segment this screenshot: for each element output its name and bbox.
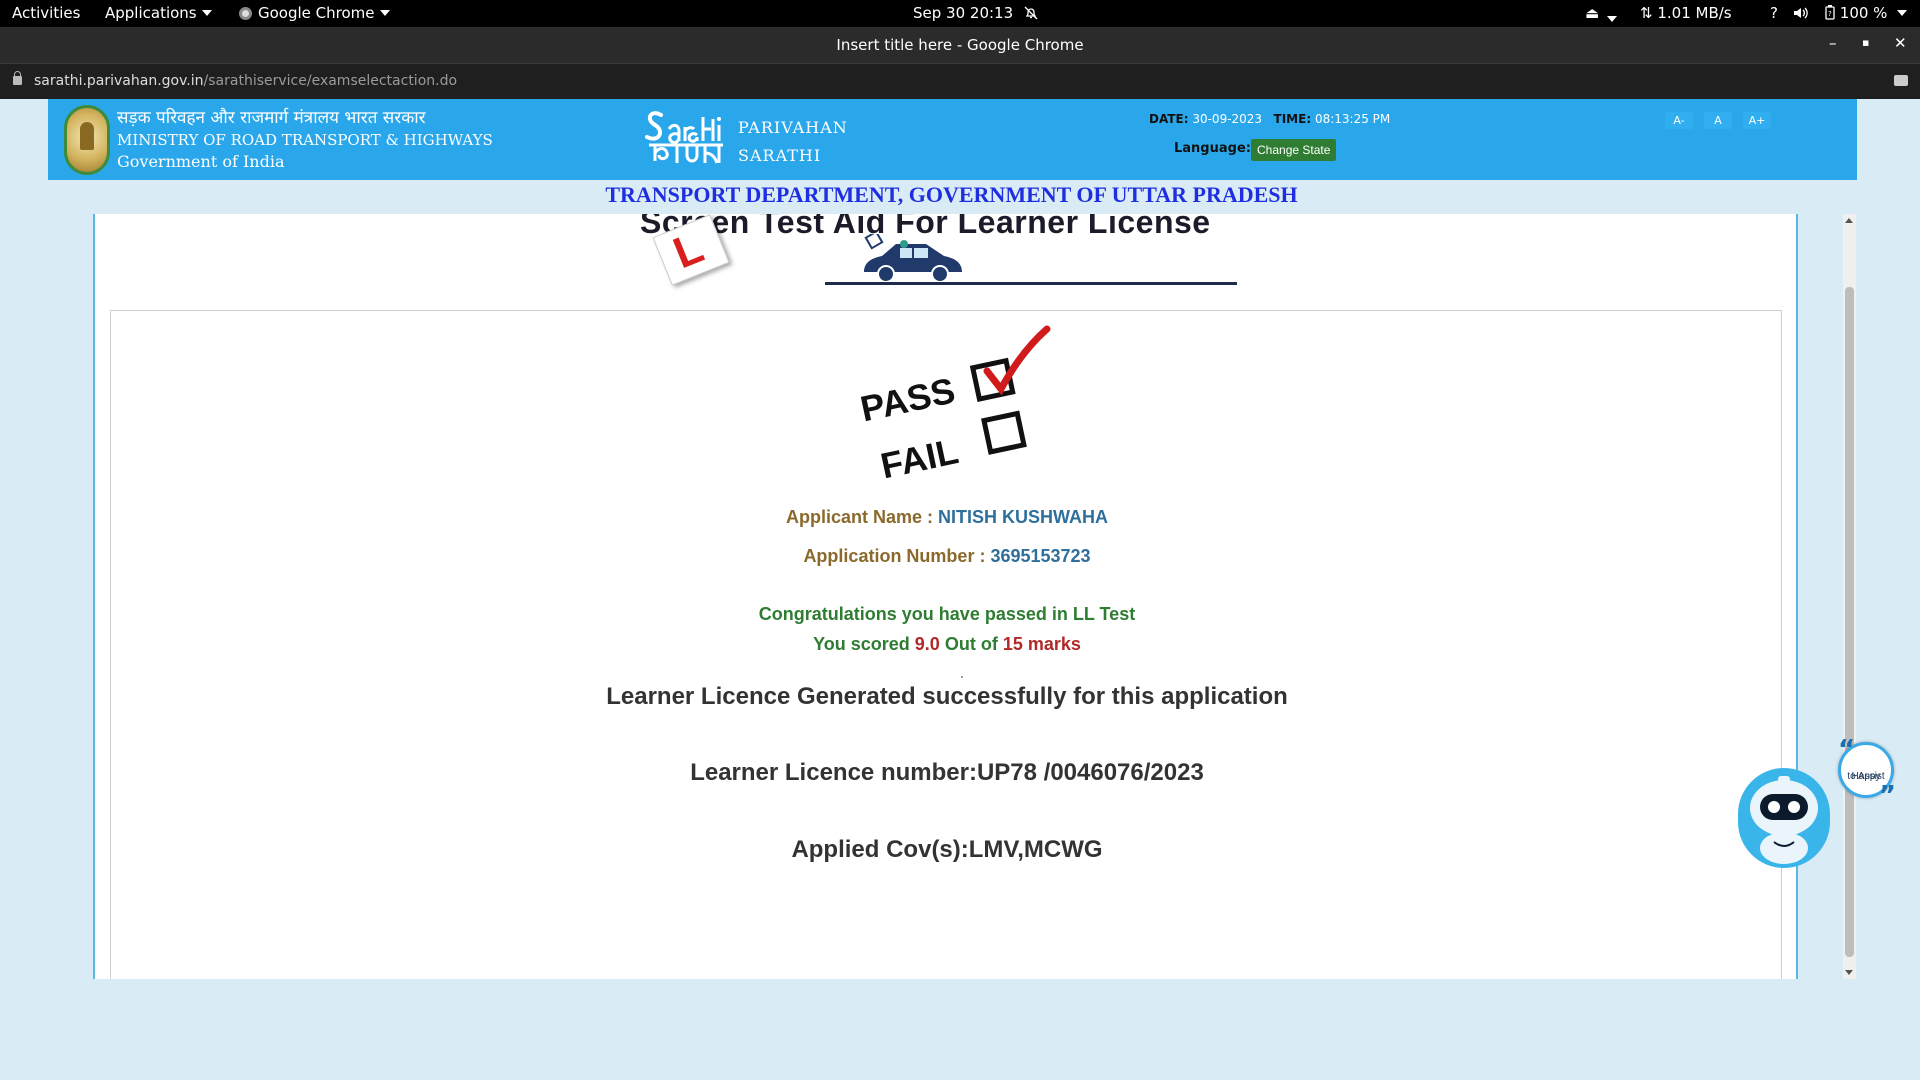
url-text[interactable]: sarathi.parivahan.gov.in/sarathiservice/… [34, 73, 457, 89]
url-host: sarathi.parivahan.gov.in [34, 73, 204, 89]
font-increase-button[interactable]: A+ [1743, 112, 1771, 129]
application-number-row: Application Number : 3695153723 [111, 546, 1783, 567]
date-value: 30-09-2023 [1192, 112, 1263, 126]
window-title: Insert title here - Google Chrome [836, 36, 1084, 54]
battery-status[interactable]: ? 100 % [1825, 4, 1908, 22]
battery-icon: ? [1825, 5, 1835, 20]
page-viewport: सड़क परिवहन और राजमार्ग मंत्रालय भारत सर… [0, 99, 1920, 1080]
result-card: PASS FAIL Applicant Name : NITISH KUSHWA… [110, 310, 1782, 979]
chevron-down-icon [1897, 10, 1908, 16]
camera-icon[interactable] [1894, 75, 1908, 86]
car-icon [864, 234, 962, 283]
application-number-value: 3695153723 [990, 546, 1091, 566]
licence-generated-message: Learner Licence Generated successfully f… [606, 683, 1288, 710]
chevron-down-icon [379, 10, 390, 16]
clock[interactable]: Sep 30 20:13 [913, 4, 1038, 22]
close-button[interactable]: ✕ [1894, 34, 1907, 52]
applications-label: Applications [105, 4, 197, 22]
app-menu-label: Google Chrome [258, 4, 375, 22]
window-title-bar: Insert title here - Google Chrome – ▪ ✕ [0, 27, 1920, 63]
exam-result-frame: Screen Test Aid For Learner License L PA… [93, 214, 1798, 979]
chevron-down-icon[interactable] [1607, 10, 1617, 28]
date-time: DATE: 30-09-2023 TIME: 08:13:25 PM [1149, 112, 1390, 126]
help-icon[interactable]: ? [1770, 4, 1778, 22]
site-header: सड़क परिवहन और राजमार्ग मंत्रालय भारत सर… [48, 99, 1857, 180]
divider-dot [961, 676, 963, 678]
url-path: /sarathiservice/examselectaction.do [203, 73, 458, 89]
licence-number: Learner Licence number:UP78 /0046076/202… [690, 759, 1204, 786]
network-speed-text: 1.01 MB/s [1657, 4, 1732, 22]
pass-fail-graphic: PASS FAIL [857, 325, 1051, 485]
activities-button[interactable]: Activities [12, 4, 80, 22]
ministry-english: MINISTRY OF ROAD TRANSPORT & HIGHWAYS [117, 131, 493, 149]
time-value: 08:13:25 PM [1314, 112, 1391, 126]
applied-cov: Applied Cov(s):LMV,MCWG [791, 836, 1103, 863]
score-prefix: You scored [813, 634, 915, 654]
scroll-down-arrow-icon[interactable] [1845, 970, 1853, 975]
ministry-block: सड़क परिवहन और राजमार्ग मंत्रालय भारत सर… [117, 107, 493, 173]
pass-text: PASS [857, 370, 959, 430]
network-speed: ⇅ 1.01 MB/s [1640, 4, 1732, 22]
title-underline [825, 282, 1237, 285]
score-value: 9.0 [914, 634, 940, 654]
national-emblem-logo [64, 105, 110, 175]
minimize-button[interactable]: – [1829, 34, 1837, 52]
department-title: TRANSPORT DEPARTMENT, GOVERNMENT OF UTTA… [605, 182, 1298, 207]
font-decrease-button[interactable]: A- [1665, 112, 1693, 129]
app-menu-chrome[interactable]: Google Chrome [239, 4, 390, 22]
applicant-name-label: Applicant Name : [785, 507, 939, 527]
volume-icon[interactable] [1793, 4, 1809, 22]
fail-checkbox [981, 410, 1027, 455]
time-label: TIME: [1273, 112, 1312, 126]
parivahan-sarathi-logo-text: PARIVAHAN SARATHI [738, 114, 848, 170]
bubble-line2: to Assist [1847, 771, 1885, 782]
chevron-down-icon [201, 10, 212, 16]
score-total: 15 marks [1002, 634, 1081, 654]
score-row: You scored 9.0 Out of 15 marks [111, 634, 1783, 655]
congratulations-message: Congratulations you have passed in LL Te… [758, 604, 1136, 624]
chrome-icon [239, 7, 252, 20]
fail-text: FAIL [877, 430, 962, 485]
battery-text: 100 % [1839, 4, 1888, 22]
scroll-up-arrow-icon[interactable] [1845, 218, 1853, 223]
applicant-name-row: Applicant Name : NITISH KUSHWAHA [111, 507, 1783, 528]
government-of-india: Government of India [117, 152, 285, 171]
lock-icon[interactable] [13, 71, 22, 85]
checkmark-icon [983, 325, 1051, 396]
date-label: DATE: [1149, 112, 1189, 126]
sarathi-logo-icon [645, 111, 723, 164]
maximize-button[interactable]: ▪ [1862, 36, 1869, 49]
score-mid: Out of [939, 634, 1003, 654]
change-state-button[interactable]: Change State [1251, 139, 1337, 161]
ministry-hindi: सड़क परिवहन और राजमार्ग मंत्रालय भारत सर… [117, 108, 426, 128]
chatbot-widget[interactable]: Happyto Assist [1738, 735, 1898, 872]
language-label: Language: [1174, 141, 1251, 156]
happy-to-assist-bubble[interactable]: Happyto Assist [1838, 735, 1896, 811]
eject-icon[interactable]: ⏏ [1585, 4, 1599, 22]
font-normal-button[interactable]: A [1704, 112, 1732, 129]
clock-text: Sep 30 20:13 [913, 4, 1014, 22]
address-bar[interactable]: sarathi.parivahan.gov.in/sarathiservice/… [0, 63, 1920, 99]
applicant-name-value: NITISH KUSHWAHA [938, 507, 1109, 527]
notifications-off-icon [1024, 6, 1038, 20]
system-top-bar: Activities Applications Google Chrome Se… [0, 0, 1920, 27]
logo-line2: SARATHI [738, 146, 822, 165]
logo-line1: PARIVAHAN [738, 118, 848, 137]
network-arrows-icon: ⇅ [1640, 4, 1653, 22]
robot-assistant-icon[interactable] [1738, 768, 1830, 868]
application-number-label: Application Number : [803, 546, 991, 566]
applications-menu[interactable]: Applications [105, 4, 212, 22]
svg-text:?: ? [1828, 10, 1832, 18]
